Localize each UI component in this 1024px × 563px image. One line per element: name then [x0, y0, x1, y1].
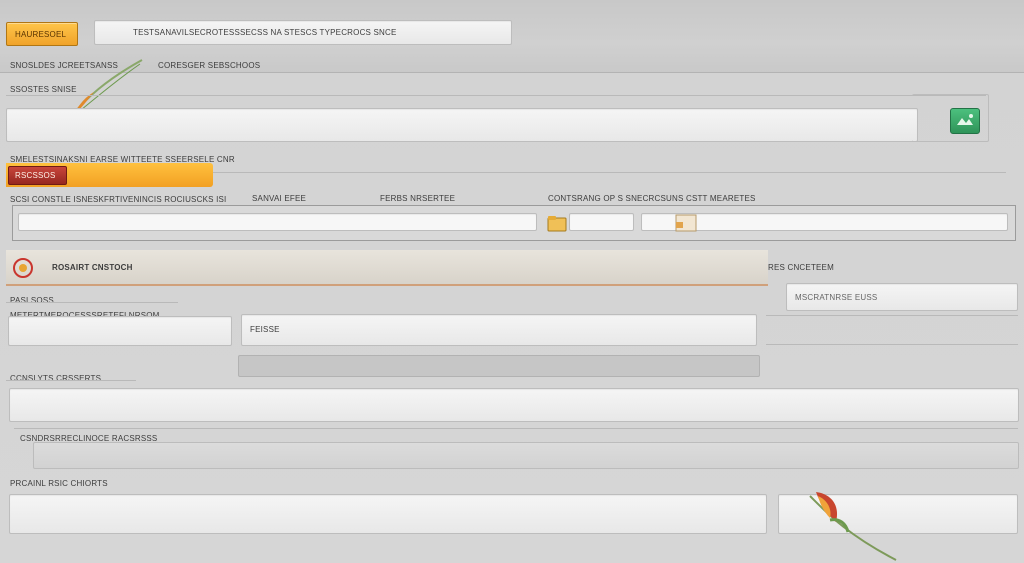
- image-glyph-icon: [957, 114, 973, 125]
- header-subtitle: CORESGER SEBSCHOOS: [158, 61, 261, 70]
- field-two[interactable]: [569, 213, 634, 231]
- section6-input[interactable]: [33, 442, 1019, 469]
- section7-input-left[interactable]: [9, 494, 767, 534]
- col2-label: SANVAI EFEE: [252, 194, 307, 203]
- section3-right-input[interactable]: MSCRATNRSE EUSS: [786, 283, 1018, 311]
- col3-label: FERBS NRSERTEE: [380, 194, 456, 203]
- divider: [766, 315, 1018, 316]
- section4-input-left[interactable]: [8, 316, 232, 346]
- section7-label: PRCAINL RSIC CHIORTS: [10, 479, 108, 488]
- section4-input-right[interactable]: FEISSE: [241, 314, 757, 346]
- section3-right-label: RES CNCETEEM: [768, 263, 834, 272]
- divider: [14, 428, 1018, 429]
- section4-gray-bar: [238, 355, 760, 377]
- tab-rscssos[interactable]: RSCSSOS: [8, 166, 67, 185]
- section4-label: PASI SOSS: [10, 296, 54, 305]
- primary-orange-button-label: HAURESOEL: [15, 30, 67, 39]
- divider: [6, 302, 178, 303]
- section3-right-input-text: MSCRATNRSE EUSS: [795, 293, 878, 302]
- folder-icon[interactable]: [546, 213, 568, 233]
- col1-label: SCSI CONSTLE ISNESKFRTIVENINCIS ROCIUSCK…: [10, 195, 227, 204]
- section5-label: CCNSLYTS CRSSERTS: [10, 374, 102, 383]
- divider: [6, 95, 986, 96]
- col4-label: CONTSRANG OP S SNECRCSUNS CSTT MEARETES: [548, 194, 756, 203]
- tab-rscssos-label: RSCSSOS: [15, 171, 56, 180]
- title-bar-text: TESTSANAVILSECROTESSSECSS NA STESCS TYPE…: [133, 28, 397, 37]
- divider: [6, 380, 136, 381]
- document-icon[interactable]: [672, 213, 700, 233]
- primary-orange-button[interactable]: HAURESOEL: [6, 22, 78, 46]
- field-one[interactable]: [18, 213, 537, 231]
- section1-input[interactable]: [6, 108, 918, 142]
- divider: [766, 344, 1018, 345]
- section5-input[interactable]: [9, 388, 1019, 422]
- section1-label: SSOSTES SNISE: [10, 85, 77, 94]
- section3-title: ROSAIRT CNSTOCH: [52, 263, 133, 272]
- tulip-leaf-icon: [809, 492, 897, 561]
- target-icon: [12, 257, 34, 279]
- section4-input-right-text: FEISSE: [250, 325, 280, 334]
- title-bar-field[interactable]: TESTSANAVILSECROTESSSECSS NA STESCS TYPE…: [94, 20, 512, 45]
- image-check-icon[interactable]: [950, 108, 980, 134]
